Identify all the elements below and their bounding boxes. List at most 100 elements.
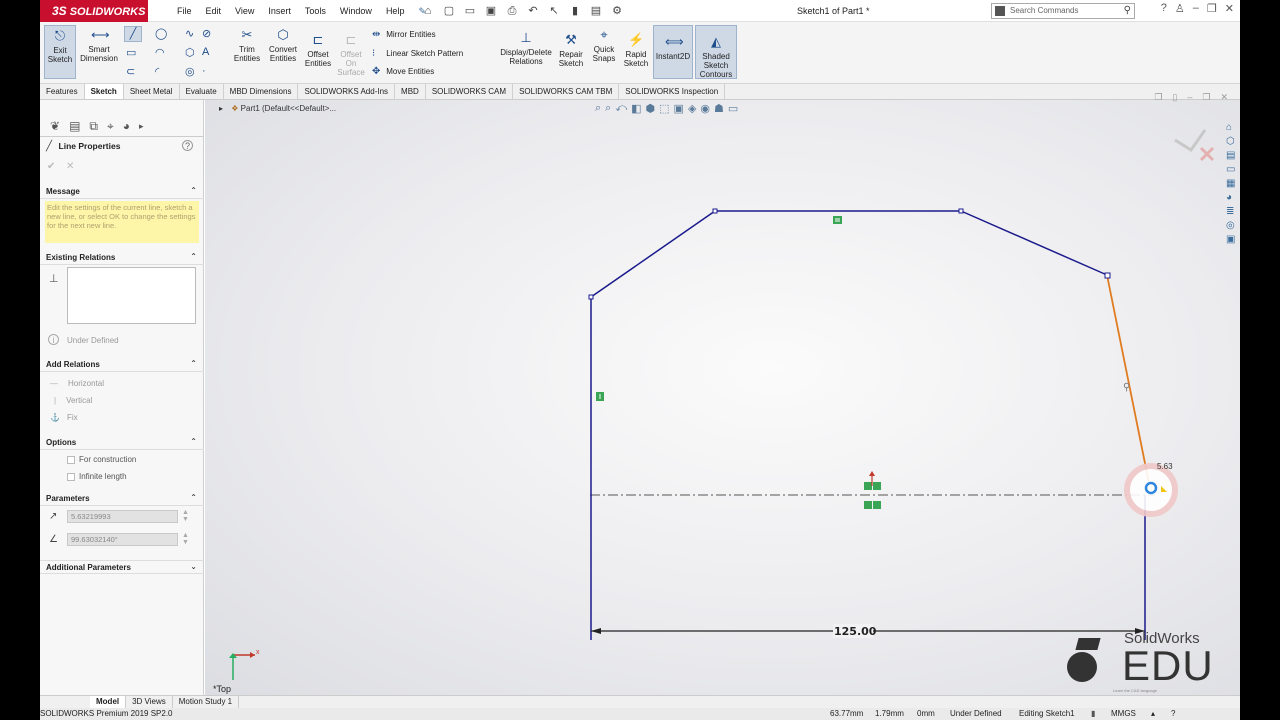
print-icon[interactable]: ⎙ (504, 3, 520, 19)
display-delete-relations-button[interactable]: ⊥ Display/Delete Relations (496, 30, 556, 66)
status-help-icon[interactable]: ? (1171, 708, 1187, 720)
units-label[interactable]: MMGS (1111, 708, 1151, 720)
save-icon[interactable]: ▣ (483, 3, 499, 19)
collapse-chevron-icon[interactable]: ⌃ (190, 359, 197, 368)
home-icon[interactable]: ⌂ (420, 3, 436, 19)
search-scope-icon[interactable] (995, 6, 1005, 16)
tab-motion-study-1[interactable]: Motion Study 1 (173, 696, 240, 708)
offset-on-surface-button[interactable]: ⊏ Offset On Surface (336, 32, 366, 77)
relation-fix[interactable]: ⚓ Fix (50, 413, 78, 422)
collapse-chevron-icon[interactable]: ⌃ (190, 252, 197, 261)
minimize-icon[interactable]: – (1193, 2, 1199, 15)
length-spinner-icon[interactable]: ▲ ▼ (182, 509, 189, 523)
exit-sketch-button[interactable]: ⎋ Exit Sketch (44, 25, 76, 79)
menu-edit[interactable]: Edit (199, 0, 229, 22)
relation-badges[interactable] (596, 216, 881, 509)
existing-relations-list[interactable] (67, 267, 196, 324)
offset-entities-button[interactable]: ⊏ Offset Entities (301, 32, 335, 68)
open-icon[interactable]: ▭ (462, 3, 478, 19)
file-properties-icon[interactable]: ▤ (588, 3, 604, 19)
configuration-manager-icon[interactable]: ⧉ (89, 115, 98, 136)
for-construction-checkbox[interactable]: For construction (67, 455, 136, 464)
sketch-profile[interactable] (590, 210, 1108, 640)
panel-expand-icon[interactable]: ▸ (139, 115, 144, 136)
slot-tool-icon[interactable]: ⊂ (126, 65, 135, 78)
convert-entities-button[interactable]: ⬡ Convert Entities (266, 27, 300, 63)
sketch-endpoints[interactable] (588, 208, 1111, 300)
help-question-icon[interactable]: ? (1161, 2, 1167, 15)
move-entities-button[interactable]: ✥ Move Entities (372, 65, 434, 79)
collapse-chevron-icon[interactable]: ⌃ (190, 186, 197, 195)
ok-check-icon[interactable]: ✔ (47, 161, 55, 172)
close-icon[interactable]: ✕ (1225, 2, 1234, 15)
trim-entities-button[interactable]: ✂ Trim Entities (230, 27, 264, 63)
point-tool-icon[interactable]: · (202, 65, 206, 77)
angle-spinner-icon[interactable]: ▲ ▼ (182, 532, 189, 546)
rapid-sketch-button[interactable]: ⚡ Rapid Sketch (620, 32, 652, 68)
dimension-value-label[interactable]: 125.00 (834, 625, 876, 638)
select-icon[interactable]: ↖ (546, 3, 562, 19)
tab-mbd-dimensions[interactable]: MBD Dimensions (224, 84, 299, 99)
tab-features[interactable]: Features (40, 84, 85, 99)
tab-solidworks-cam-tbm[interactable]: SOLIDWORKS CAM TBM (513, 84, 620, 99)
line-tool-icon[interactable]: ╱ (124, 26, 142, 42)
search-icon[interactable]: ⚲ (1124, 4, 1131, 18)
tab-solidworks-inspection[interactable]: SOLIDWORKS Inspection (619, 84, 726, 99)
menu-help[interactable]: Help (379, 0, 412, 22)
new-icon[interactable]: ▢ (441, 3, 457, 19)
fillet-tool-icon[interactable]: ◜ (155, 65, 159, 78)
menu-tools[interactable]: Tools (298, 0, 333, 22)
cancel-x-icon[interactable]: ✕ (66, 161, 74, 172)
add-relations-section-header[interactable]: Add Relations ⌃ (40, 358, 204, 372)
restore-icon[interactable]: ❐ (1207, 2, 1217, 15)
shaded-sketch-contours-button[interactable]: ◭ Shaded Sketch Contours (695, 25, 737, 79)
options-section-header[interactable]: Options ⌃ (40, 436, 204, 450)
circle-tool-icon[interactable]: ◯ (155, 27, 167, 40)
tab-solidworks-add-ins[interactable]: SOLIDWORKS Add-Ins (298, 84, 396, 99)
quick-snaps-button[interactable]: ⌖ Quick Snaps (590, 27, 618, 63)
angle-field[interactable]: 99.63032140° (67, 533, 178, 546)
units-dropdown-icon[interactable]: ▴ (1151, 708, 1171, 720)
spline-tool-icon[interactable]: ∿ (185, 27, 194, 40)
graphics-area[interactable]: ▸ ❖ Part1 (Default<<Default>... ⌕ ⌕ ⤺ ◧ … (205, 92, 1240, 695)
tab-evaluate[interactable]: Evaluate (180, 84, 224, 99)
search-commands-input[interactable]: Search Commands ⚲ (991, 3, 1135, 19)
message-section-header[interactable]: Message ⌃ (40, 185, 204, 199)
relation-vertical[interactable]: | Vertical (54, 396, 92, 405)
collapse-chevron-icon[interactable]: ⌃ (190, 437, 197, 446)
traffic-light-icon[interactable]: ▮ (567, 3, 583, 19)
tab-3d-views[interactable]: 3D Views (126, 696, 173, 708)
tab-model[interactable]: Model (90, 696, 127, 708)
menu-window[interactable]: Window (333, 0, 379, 22)
help-icon[interactable]: ? (182, 140, 193, 151)
undo-icon[interactable]: ↶ (525, 3, 541, 19)
parameters-section-header[interactable]: Parameters ⌃ (40, 492, 204, 506)
menu-file[interactable]: File (170, 0, 199, 22)
infinite-length-checkbox[interactable]: Infinite length (67, 472, 127, 481)
length-field[interactable]: 5.63219993 (67, 510, 178, 523)
collapse-chevron-icon[interactable]: ⌃ (190, 493, 197, 502)
instant2d-button[interactable]: ⟺ Instant2D (653, 25, 693, 79)
additional-parameters-section-header[interactable]: Additional Parameters ⌄ (40, 560, 204, 574)
text-tool-icon[interactable]: A (202, 46, 209, 58)
feature-manager-icon[interactable]: ❦ (50, 115, 60, 136)
menu-view[interactable]: View (228, 0, 261, 22)
rectangle-tool-icon[interactable]: ▭ (126, 46, 136, 59)
plane-tool-icon[interactable]: ⊘ (202, 27, 211, 40)
expand-chevron-icon[interactable]: ⌄ (190, 562, 197, 571)
relation-horizontal[interactable]: — Horizontal (50, 379, 104, 388)
mirror-entities-button[interactable]: ⇹ Mirror Entities (372, 28, 436, 42)
menu-insert[interactable]: Insert (261, 0, 298, 22)
tab-solidworks-cam[interactable]: SOLIDWORKS CAM (426, 84, 514, 99)
property-manager-icon[interactable]: ▤ (69, 115, 80, 136)
rebuild-icon[interactable]: ▮ (1091, 708, 1111, 720)
confirmation-corner[interactable] (1174, 129, 1215, 162)
display-manager-icon[interactable]: ◕ (123, 115, 130, 136)
tab-mbd[interactable]: MBD (395, 84, 426, 99)
dimxpert-icon[interactable]: ⌖ (107, 115, 114, 136)
user-icon[interactable]: ♙ (1175, 2, 1185, 15)
arc-tool-icon[interactable]: ◠ (155, 46, 165, 59)
tab-sheet-metal[interactable]: Sheet Metal (124, 84, 180, 99)
solidworks-logo[interactable]: 3S SOLIDWORKS (40, 0, 148, 22)
linear-sketch-pattern-button[interactable]: ⁝ Linear Sketch Pattern (372, 47, 463, 61)
